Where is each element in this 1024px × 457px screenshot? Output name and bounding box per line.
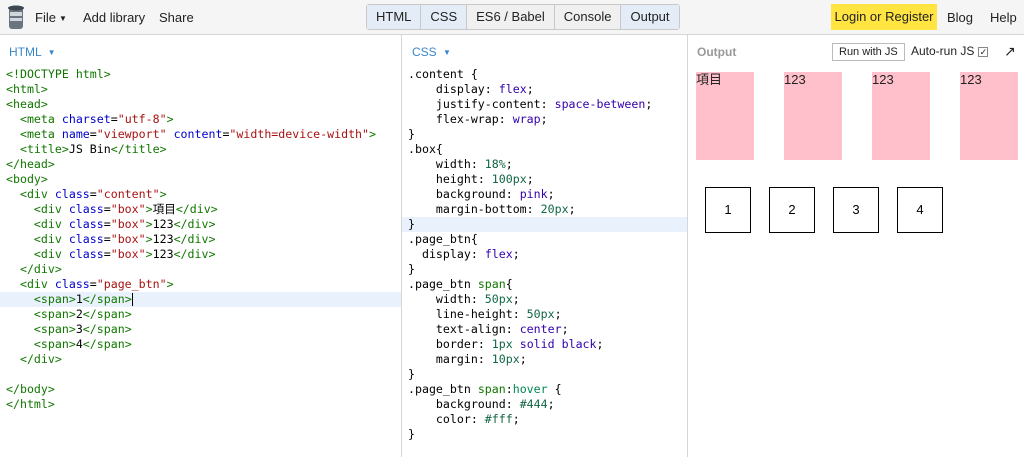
output-box: 123 <box>872 72 930 160</box>
html-code-line[interactable]: </div> <box>0 352 401 367</box>
css-code-line[interactable]: .content { <box>402 67 687 82</box>
html-code-line[interactable]: </head> <box>0 157 401 172</box>
css-code-line[interactable]: } <box>402 217 687 232</box>
autorun-js-label: Auto-run JS <box>911 44 975 58</box>
css-code-line[interactable]: margin-bottom: 20px; <box>402 202 687 217</box>
output-page-button[interactable]: 2 <box>769 187 815 233</box>
css-code-line[interactable]: width: 18%; <box>402 157 687 172</box>
toggle-es6-babel[interactable]: ES6 / Babel <box>467 5 555 29</box>
file-menu-label: File <box>35 10 56 25</box>
css-code-line[interactable]: line-height: 50px; <box>402 307 687 322</box>
css-code-line[interactable]: width: 50px; <box>402 292 687 307</box>
output-box: 123 <box>960 72 1018 160</box>
output-panel-label: Output <box>697 45 737 59</box>
html-code-line[interactable]: <span>2</span> <box>0 307 401 322</box>
css-panel-label-text: CSS <box>412 45 437 59</box>
autorun-checkbox[interactable]: ✓ <box>978 46 989 57</box>
html-code-line[interactable]: <div class="content"> <box>0 187 401 202</box>
css-code-line[interactable]: justify-content: space-between; <box>402 97 687 112</box>
top-bar: File ▼ Add library Share HTML CSS ES6 / B… <box>0 0 1024 35</box>
css-code-line[interactable]: display: flex; <box>402 247 687 262</box>
share-menu[interactable]: Share <box>159 0 194 35</box>
output-page-buttons: 1234 <box>696 187 952 233</box>
html-code-editor[interactable]: <!DOCTYPE html> <html> <head> <meta charse… <box>0 67 401 412</box>
css-code-line[interactable]: text-align: center; <box>402 322 687 337</box>
css-editor-panel[interactable]: CSS ▼ .content { display: flex; justify-… <box>402 35 688 457</box>
css-code-editor[interactable]: .content { display: flex; justify-conten… <box>402 67 687 442</box>
jsbin-logo-icon[interactable] <box>6 4 26 31</box>
output-page-button[interactable]: 1 <box>705 187 751 233</box>
html-code-line[interactable] <box>0 367 401 382</box>
html-code-line[interactable]: <span>3</span> <box>0 322 401 337</box>
toggle-console[interactable]: Console <box>555 5 622 29</box>
css-code-line[interactable]: } <box>402 427 687 442</box>
html-code-line[interactable]: <div class="box">123</div> <box>0 247 401 262</box>
toggle-html[interactable]: HTML <box>367 5 422 29</box>
css-code-line[interactable]: } <box>402 262 687 277</box>
html-code-line[interactable]: <div class="box">123</div> <box>0 232 401 247</box>
output-panel: Output Run with JS Auto-run JS ✓ ↗ 項目 123 1… <box>688 35 1024 457</box>
chevron-down-icon: ▼ <box>47 48 56 58</box>
html-panel-label[interactable]: HTML ▼ <box>9 45 56 59</box>
add-library-menu[interactable]: Add library <box>83 0 145 35</box>
css-code-line[interactable]: .page_btn span{ <box>402 277 687 292</box>
css-code-line[interactable]: } <box>402 367 687 382</box>
html-code-line[interactable]: </body> <box>0 382 401 397</box>
css-code-line[interactable]: border: 1px solid black; <box>402 337 687 352</box>
html-code-line[interactable]: <div class="box">項目</div> <box>0 202 401 217</box>
autorun-js-toggle[interactable]: Auto-run JS ✓ <box>911 44 989 58</box>
help-link[interactable]: Help <box>990 0 1017 35</box>
chevron-down-icon: ▼ <box>443 48 451 58</box>
html-code-line[interactable]: <div class="page_btn"> <box>0 277 401 292</box>
css-code-line[interactable]: height: 100px; <box>402 172 687 187</box>
css-code-line[interactable]: } <box>402 127 687 142</box>
css-code-line[interactable]: .box{ <box>402 142 687 157</box>
html-panel-label-text: HTML <box>9 45 42 59</box>
html-code-line[interactable]: <div class="box">123</div> <box>0 217 401 232</box>
css-code-line[interactable]: background: pink; <box>402 187 687 202</box>
output-page-button[interactable]: 4 <box>897 187 943 233</box>
html-code-line[interactable]: </div> <box>0 262 401 277</box>
css-code-line[interactable]: display: flex; <box>402 82 687 97</box>
html-code-line[interactable]: <html> <box>0 82 401 97</box>
html-code-line[interactable]: <span>4</span> <box>0 337 401 352</box>
output-box: 123 <box>784 72 842 160</box>
html-code-line[interactable]: <body> <box>0 172 401 187</box>
html-code-line[interactable]: </html> <box>0 397 401 412</box>
css-code-line[interactable]: color: #fff; <box>402 412 687 427</box>
html-code-line[interactable]: <!DOCTYPE html> <box>0 67 401 82</box>
toggle-output[interactable]: Output <box>621 5 679 29</box>
login-register-button[interactable]: Login or Register <box>831 4 937 30</box>
css-code-line[interactable]: flex-wrap: wrap; <box>402 112 687 127</box>
chevron-down-icon: ▼ <box>58 14 67 24</box>
popout-arrow-icon[interactable]: ↗ <box>1004 43 1016 60</box>
css-panel-label[interactable]: CSS ▼ <box>412 45 451 59</box>
blog-link[interactable]: Blog <box>947 0 973 35</box>
html-code-line[interactable]: <meta charset="utf-8"> <box>0 112 401 127</box>
output-content-row: 項目 123 123 123 <box>696 72 1018 160</box>
css-code-line[interactable]: background: #444; <box>402 397 687 412</box>
html-code-line[interactable]: <head> <box>0 97 401 112</box>
html-code-line[interactable]: <span>1</span> <box>0 292 401 307</box>
output-box: 項目 <box>696 72 754 160</box>
html-code-line[interactable]: <title>JS Bin</title> <box>0 142 401 157</box>
html-code-line[interactable]: <meta name="viewport" content="width=dev… <box>0 127 401 142</box>
css-code-line[interactable]: .page_btn{ <box>402 232 687 247</box>
html-editor-panel[interactable]: HTML ▼ <!DOCTYPE html> <html> <head> <meta… <box>0 35 402 457</box>
file-menu[interactable]: File ▼ <box>35 0 67 35</box>
css-code-line[interactable]: margin: 10px; <box>402 352 687 367</box>
panel-toggle-group: HTML CSS ES6 / Babel Console Output <box>366 4 680 30</box>
run-with-js-button[interactable]: Run with JS <box>832 43 905 61</box>
toggle-css[interactable]: CSS <box>421 5 468 29</box>
output-page-button[interactable]: 3 <box>833 187 879 233</box>
css-code-line[interactable]: .page_btn span:hover { <box>402 382 687 397</box>
